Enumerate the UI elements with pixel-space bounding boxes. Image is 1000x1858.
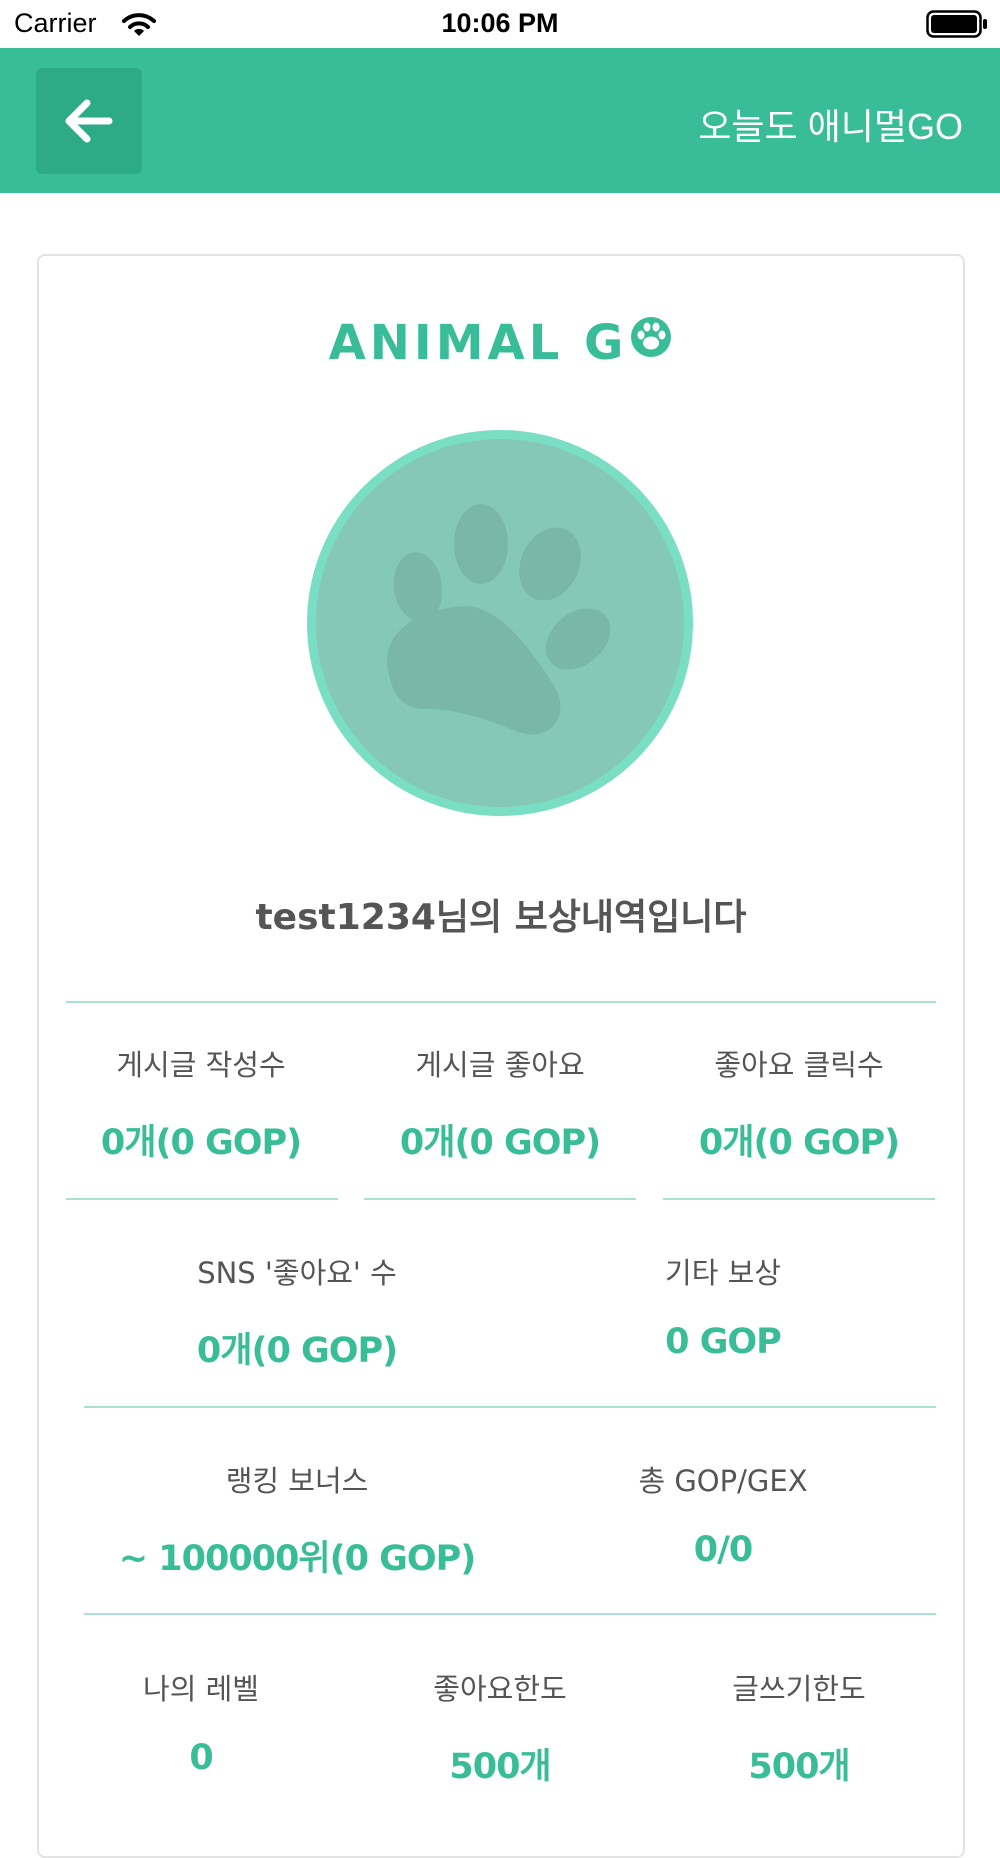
stat-label: 좋아요한도 <box>433 1672 567 1706</box>
stat-label: 기타 보상 <box>665 1256 781 1290</box>
stat-value: 0개(0 GOP) <box>100 1123 302 1163</box>
divider <box>66 1198 338 1200</box>
battery-icon <box>926 10 988 42</box>
stat-label: 좋아요 클릭수 <box>714 1048 884 1082</box>
paw-icon <box>629 315 673 371</box>
stat-value: 500개 <box>449 1747 551 1787</box>
clock: 10:06 PM <box>441 8 559 38</box>
stat-value: ~ 100000위(0 GOP) <box>118 1539 477 1579</box>
top-nav-bar: 오늘도 애니멀GO <box>0 48 1000 193</box>
reward-card: ANIMAL G test1234님의 보상내역입니다 게시글 작성수 0개(0… <box>37 254 965 1858</box>
stat-post-count: 게시글 작성수 0개(0 GOP) <box>66 1042 336 1165</box>
stat-ranking-bonus: 랭킹 보너스 ~ 100000위(0 GOP) <box>84 1458 510 1581</box>
status-bar: Carrier 10:06 PM <box>0 0 1000 48</box>
avatar <box>307 430 693 816</box>
divider <box>84 1406 936 1408</box>
stat-label: 총 GOP/GEX <box>638 1464 808 1498</box>
stat-value: 0/0 <box>693 1530 754 1570</box>
divider <box>84 1613 936 1615</box>
divider <box>66 1001 936 1003</box>
stat-value: 0 <box>189 1738 213 1778</box>
stat-value: 0개(0 GOP) <box>399 1123 601 1163</box>
divider <box>663 1198 935 1200</box>
divider <box>364 1198 636 1200</box>
stat-like-clicks: 좋아요 클릭수 0개(0 GOP) <box>663 1042 935 1165</box>
stat-like-limit: 좋아요한도 500개 <box>364 1666 636 1789</box>
stat-label: SNS '좋아요' 수 <box>197 1256 397 1290</box>
reward-headline: test1234님의 보상내역입니다 <box>255 897 747 938</box>
back-arrow-icon <box>65 99 113 143</box>
stat-value: 0개(0 GOP) <box>196 1331 398 1371</box>
logo-text: ANIMAL G <box>328 315 628 371</box>
stat-label: 글쓰기한도 <box>732 1672 866 1706</box>
back-button[interactable] <box>36 68 142 174</box>
stat-other-reward: 기타 보상 0 GOP <box>510 1250 936 1362</box>
stat-label: 게시글 좋아요 <box>415 1048 585 1082</box>
stat-post-limit: 글쓰기한도 500개 <box>663 1666 935 1789</box>
stat-label: 게시글 작성수 <box>116 1048 286 1082</box>
stat-value: 0 GOP <box>665 1322 782 1362</box>
header-title: 오늘도 애니멀GO <box>698 106 963 147</box>
stat-total-gop-gex: 총 GOP/GEX 0/0 <box>510 1458 936 1570</box>
stat-label: 랭킹 보너스 <box>225 1464 369 1498</box>
stat-post-likes: 게시글 좋아요 0개(0 GOP) <box>364 1042 636 1165</box>
animal-go-logo: ANIMAL G <box>39 312 963 371</box>
stat-value: 0개(0 GOP) <box>698 1123 900 1163</box>
stat-label: 나의 레벨 <box>143 1672 259 1706</box>
avatar-paw-icon <box>387 504 611 735</box>
stat-my-level: 나의 레벨 0 <box>66 1666 336 1778</box>
stat-value: 500개 <box>748 1747 850 1787</box>
stat-sns-likes: SNS '좋아요' 수 0개(0 GOP) <box>84 1250 510 1373</box>
